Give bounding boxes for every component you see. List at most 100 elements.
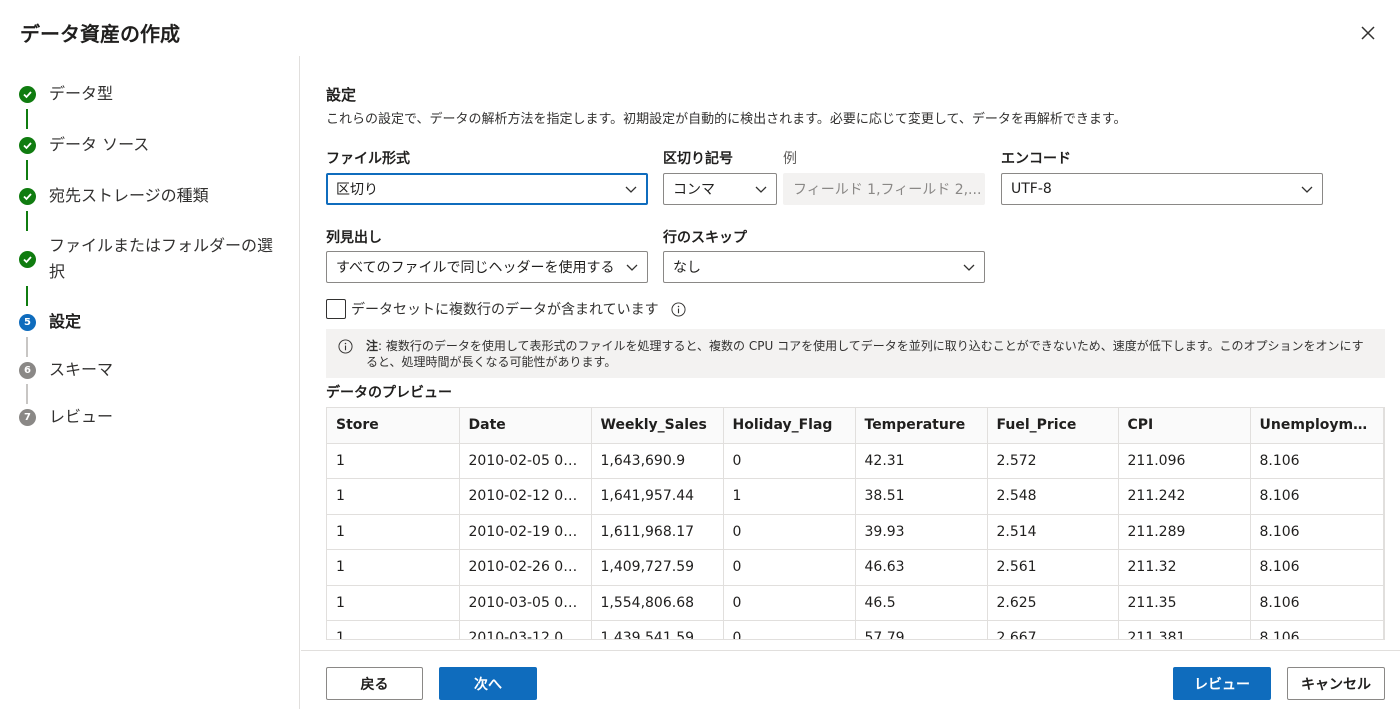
table-cell: 8.106 [1250, 514, 1384, 550]
table-cell: 211.32 [1118, 549, 1251, 586]
encoding-value: UTF-8 [1011, 181, 1052, 197]
table-row: 1 2010-03-12 00:00:00 1,439,541.59 0 57.… [327, 620, 1384, 639]
step-storage-type[interactable]: 宛先ストレージの種類 [19, 186, 279, 209]
table-row: 1 2010-02-26 00:00:00 1,409,727.59 0 46.… [327, 549, 1384, 586]
file-format-label: ファイル形式 [326, 151, 410, 167]
review-button[interactable]: レビュー [1173, 667, 1271, 700]
table-cell: 8.106 [1250, 443, 1384, 479]
step-label: 設定 [49, 312, 82, 331]
cancel-button[interactable]: キャンセル [1287, 667, 1385, 700]
table-cell: 1,554,806.68 [591, 585, 724, 621]
table-cell: 2010-02-12 00:00:00 [459, 478, 592, 515]
skip-rows-select[interactable]: なし [663, 251, 985, 283]
table-cell: 2.548 [987, 478, 1119, 515]
skip-rows-value: なし [673, 260, 701, 276]
table-cell: 2010-02-19 00:00:00 [459, 514, 592, 550]
step-connector [26, 211, 28, 231]
info-icon [338, 339, 353, 354]
check-icon [19, 188, 36, 205]
table-cell: 1 [723, 478, 856, 515]
chevron-down-icon [963, 264, 975, 271]
wizard-steps: データ型 データ ソース 宛先ストレージの種類 ファイルまたはフォルダーの選択 … [0, 56, 300, 709]
close-button[interactable] [1355, 20, 1381, 46]
file-format-value: 区切り [336, 182, 378, 198]
table-cell: 0 [723, 443, 856, 479]
table-cell: 2010-02-05 00:00:00 [459, 443, 592, 479]
table-cell: 1 [327, 443, 460, 479]
table-cell: 1,439,541.59 [591, 620, 724, 639]
step-file-selection[interactable]: ファイルまたはフォルダーの選択 [19, 236, 279, 285]
delimiter-select[interactable]: コンマ [663, 173, 777, 205]
preview-table: Store Date Weekly_Sales Holiday_Flag Tem… [327, 408, 1384, 639]
column-header[interactable]: CPI [1118, 408, 1251, 444]
info-icon[interactable] [671, 301, 686, 317]
column-headers-value: すべてのファイルで同じヘッダーを使用する [336, 260, 615, 276]
step-label: スキーマ [49, 360, 114, 379]
multiline-checkbox[interactable] [326, 299, 346, 319]
step-settings[interactable]: 5 設定 [19, 312, 279, 335]
table-cell: 1 [327, 585, 460, 621]
chevron-down-icon [755, 186, 767, 193]
column-header[interactable]: Temperature [855, 408, 988, 444]
table-cell: 1,611,968.17 [591, 514, 724, 550]
step-number-badge: 7 [19, 409, 36, 426]
check-icon [19, 86, 36, 103]
step-label: データ型 [49, 84, 114, 103]
encoding-select[interactable]: UTF-8 [1001, 173, 1323, 205]
file-format-select[interactable]: 区切り [326, 173, 648, 205]
column-header[interactable]: Holiday_Flag [723, 408, 856, 444]
multiline-checkbox-row: データセットに複数行のデータが含まれています [326, 299, 686, 319]
table-cell: 2010-02-26 00:00:00 [459, 549, 592, 586]
step-label: ファイルまたはフォルダーの選択 [49, 236, 274, 281]
table-cell: 2010-03-05 00:00:00 [459, 585, 592, 621]
column-header[interactable]: Store [327, 408, 460, 444]
table-cell: 1,409,727.59 [591, 549, 724, 586]
settings-header: 設定 これらの設定で、データの解析方法を指定します。初期設定が自動的に検出されま… [326, 84, 1386, 127]
step-schema[interactable]: 6 スキーマ [19, 360, 279, 383]
back-button[interactable]: 戻る [326, 667, 423, 700]
table-cell: 8.106 [1250, 478, 1384, 515]
table-cell: 57.79 [855, 620, 988, 639]
table-cell: 1 [327, 549, 460, 586]
table-cell: 211.381 [1118, 620, 1251, 639]
column-header[interactable]: Unemployment [1250, 408, 1384, 444]
step-review[interactable]: 7 レビュー [19, 407, 279, 430]
chevron-down-icon [625, 186, 637, 193]
step-label: レビュー [49, 407, 114, 426]
column-header[interactable]: Weekly_Sales [591, 408, 724, 444]
table-cell: 46.63 [855, 549, 988, 586]
table-cell: 0 [723, 549, 856, 586]
table-cell: 46.5 [855, 585, 988, 621]
step-connector [26, 160, 28, 180]
note-prefix: 注 [366, 339, 379, 353]
section-description: これらの設定で、データの解析方法を指定します。初期設定が自動的に検出されます。必… [326, 112, 1127, 127]
preview-table-container[interactable]: Store Date Weekly_Sales Holiday_Flag Tem… [326, 407, 1385, 640]
next-button[interactable]: 次へ [439, 667, 537, 700]
table-cell: 2.625 [987, 585, 1119, 621]
table-row: 1 2010-03-05 00:00:00 1,554,806.68 0 46.… [327, 585, 1384, 621]
table-cell: 39.93 [855, 514, 988, 550]
table-cell: 8.106 [1250, 620, 1384, 639]
multiline-checkbox-label[interactable]: データセットに複数行のデータが含まれています [351, 299, 659, 319]
column-header[interactable]: Date [459, 408, 592, 444]
column-header[interactable]: Fuel_Price [987, 408, 1119, 444]
table-cell: 2.667 [987, 620, 1119, 639]
table-cell: 0 [723, 585, 856, 621]
step-number-badge: 5 [19, 314, 36, 331]
multiline-note: 注: 複数行のデータを使用して表形式のファイルを処理すると、複数の CPU コア… [326, 329, 1385, 378]
check-icon [19, 137, 36, 154]
step-connector [26, 384, 28, 404]
example-value: フィールド 1,フィールド 2,... [793, 182, 982, 198]
delimiter-label: 区切り記号 [663, 151, 733, 167]
column-headers-select[interactable]: すべてのファイルで同じヘッダーを使用する [326, 251, 648, 283]
table-cell: 1 [327, 620, 460, 639]
table-cell: 2.561 [987, 549, 1119, 586]
column-headers-label: 列見出し [326, 230, 382, 246]
table-row: 1 2010-02-12 00:00:00 1,641,957.44 1 38.… [327, 478, 1384, 515]
table-cell: 1 [327, 478, 460, 515]
table-cell: 0 [723, 620, 856, 639]
step-connector [26, 109, 28, 129]
step-data-type[interactable]: データ型 [19, 84, 279, 107]
table-row: 1 2010-02-19 00:00:00 1,611,968.17 0 39.… [327, 514, 1384, 550]
step-data-source[interactable]: データ ソース [19, 135, 279, 158]
